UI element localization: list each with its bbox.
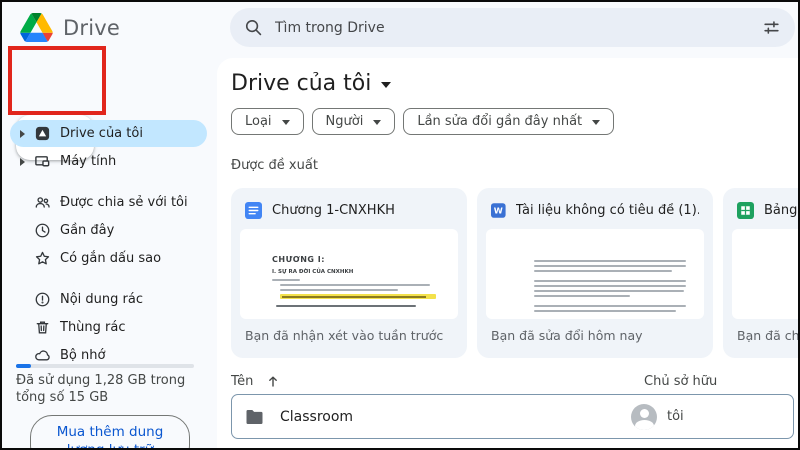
card-title: Tài liệu không có tiêu đề (1).do...: [515, 203, 699, 218]
chevron-down-icon: [381, 82, 392, 88]
filter-chip-modified[interactable]: Lần sửa đổi gần đây nhất: [403, 108, 615, 135]
storage-progress-bar: [16, 364, 194, 368]
app-title: Drive: [63, 15, 120, 40]
search-bar[interactable]: [230, 8, 795, 47]
sidebar-nav: Drive của tôi Máy tính Được chia sẻ với …: [2, 120, 217, 370]
card-activity: Bạn đã sửa đổi hôm nay: [491, 328, 643, 343]
sidebar-item-trash[interactable]: Thùng rác: [10, 314, 207, 341]
page-title-dropdown[interactable]: Drive của tôi: [231, 71, 392, 96]
suggested-cards-row: Chương 1-CNXHKH CHƯƠNG I: I. SỰ RA ĐỜI C…: [231, 188, 800, 358]
suggested-card-docs[interactable]: Chương 1-CNXHKH CHƯƠNG I: I. SỰ RA ĐỜI C…: [231, 188, 467, 358]
advanced-search-tune-icon[interactable]: [762, 18, 781, 37]
sidebar-item-label: Máy tính: [60, 154, 117, 169]
filter-chip-people[interactable]: Người: [311, 108, 396, 135]
starred-icon: [34, 250, 54, 267]
sidebar-item-label: Drive của tôi: [60, 126, 143, 141]
sidebar-item-label: Gần đây: [60, 223, 115, 238]
storage-progress-fill: [16, 364, 32, 368]
folder-icon: [246, 409, 263, 424]
word-file-icon: W: [491, 203, 506, 218]
sidebar-item-label: Có gắn dấu sao: [60, 251, 162, 266]
card-title: Bảng: [764, 203, 798, 218]
main-content: Drive của tôi Loại Người Lần sửa đổi gần…: [217, 58, 798, 448]
chevron-down-icon: [281, 120, 290, 125]
file-table-header: Tên Chủ sở hữu: [231, 374, 798, 389]
column-header-owner[interactable]: Chủ sở hữu: [644, 374, 717, 389]
card-activity: Bạn đã nhận xét vào tuần trước: [245, 328, 444, 343]
sidebar-item-label: Được chia sẻ với tôi: [60, 195, 188, 210]
document-preview: CHƯƠNG I: I. SỰ RA ĐỜI CỦA CNXHKH: [240, 229, 458, 319]
sidebar-item-shared-with-me[interactable]: Được chia sẻ với tôi: [10, 189, 207, 216]
search-input[interactable]: [275, 19, 750, 36]
sort-ascending-icon: [269, 376, 278, 387]
sidebar-item-starred[interactable]: Có gắn dấu sao: [10, 245, 207, 272]
shared-with-me-icon: [34, 194, 54, 211]
preview-subheading: I. SỰ RA ĐỜI CỦA CNXHKH: [272, 269, 354, 275]
sidebar-item-spam[interactable]: Nội dung rác: [10, 286, 207, 313]
storage-cloud-icon: [34, 347, 54, 364]
spam-icon: [34, 291, 54, 308]
sidebar-item-label: Thùng rác: [60, 320, 126, 335]
file-row-classroom[interactable]: Classroom tôi: [231, 394, 794, 439]
my-drive-icon: [34, 125, 54, 142]
google-drive-window: Drive Mới: [0, 0, 800, 450]
owner-name: tôi: [667, 409, 684, 424]
sidebar-item-label: Bộ nhớ: [60, 348, 106, 363]
google-drive-logo-icon: [20, 13, 53, 42]
trash-icon: [34, 319, 54, 336]
top-bar: Drive: [2, 2, 798, 58]
preview-text-lines: [272, 279, 436, 307]
recent-icon: [34, 222, 54, 239]
drive-logo-brand[interactable]: Drive: [20, 13, 120, 42]
chip-label: Người: [325, 114, 364, 129]
chevron-down-icon: [373, 120, 382, 125]
chip-label: Loại: [245, 114, 272, 129]
chip-label: Lần sửa đổi gần đây nhất: [417, 114, 583, 129]
filter-chip-type[interactable]: Loại: [231, 108, 304, 135]
search-icon: [245, 19, 262, 36]
suggested-card-word[interactable]: W Tài liệu không có tiêu đề (1).do...: [477, 188, 713, 358]
chevron-down-icon: [592, 120, 601, 125]
expand-arrow-icon[interactable]: [20, 157, 34, 166]
preview-heading: CHƯƠNG I:: [272, 255, 325, 264]
svg-text:W: W: [494, 206, 503, 216]
sidebar-item-recent[interactable]: Gần đây: [10, 217, 207, 244]
suggested-card-sheets[interactable]: Bảng Tự đụng Trắng 1 Bạn đã chỉnh sửa: [723, 188, 800, 358]
computers-icon: [34, 153, 54, 170]
sidebar: Mới Drive của tôi Máy tính: [2, 58, 217, 448]
document-preview: [486, 229, 704, 319]
google-docs-icon: [245, 202, 262, 219]
expand-arrow-icon[interactable]: [20, 129, 34, 138]
suggested-section-label: Được đề xuất: [231, 158, 318, 173]
spreadsheet-preview: Tự đụng Trắng 1: [732, 229, 798, 319]
sidebar-item-label: Nội dung rác: [60, 292, 143, 307]
sidebar-item-computers[interactable]: Máy tính: [10, 148, 207, 175]
card-activity: Bạn đã chỉnh sửa: [737, 328, 800, 343]
sidebar-item-my-drive[interactable]: Drive của tôi: [10, 120, 207, 147]
preview-text-lines: [534, 260, 686, 312]
page-title: Drive của tôi: [231, 71, 372, 96]
google-sheets-icon: [737, 202, 754, 219]
card-title: Chương 1-CNXHKH: [272, 203, 395, 218]
owner-avatar: [631, 403, 657, 430]
column-header-name[interactable]: Tên: [231, 374, 279, 389]
buy-storage-button[interactable]: Mua thêm dung lượng lưu trữ: [30, 415, 190, 448]
storage-usage-text: Đã sử dụng 1,28 GB trong tổng số 15 GB: [16, 373, 186, 405]
file-name: Classroom: [280, 408, 354, 425]
filter-chip-row: Loại Người Lần sửa đổi gần đây nhất: [231, 108, 615, 135]
